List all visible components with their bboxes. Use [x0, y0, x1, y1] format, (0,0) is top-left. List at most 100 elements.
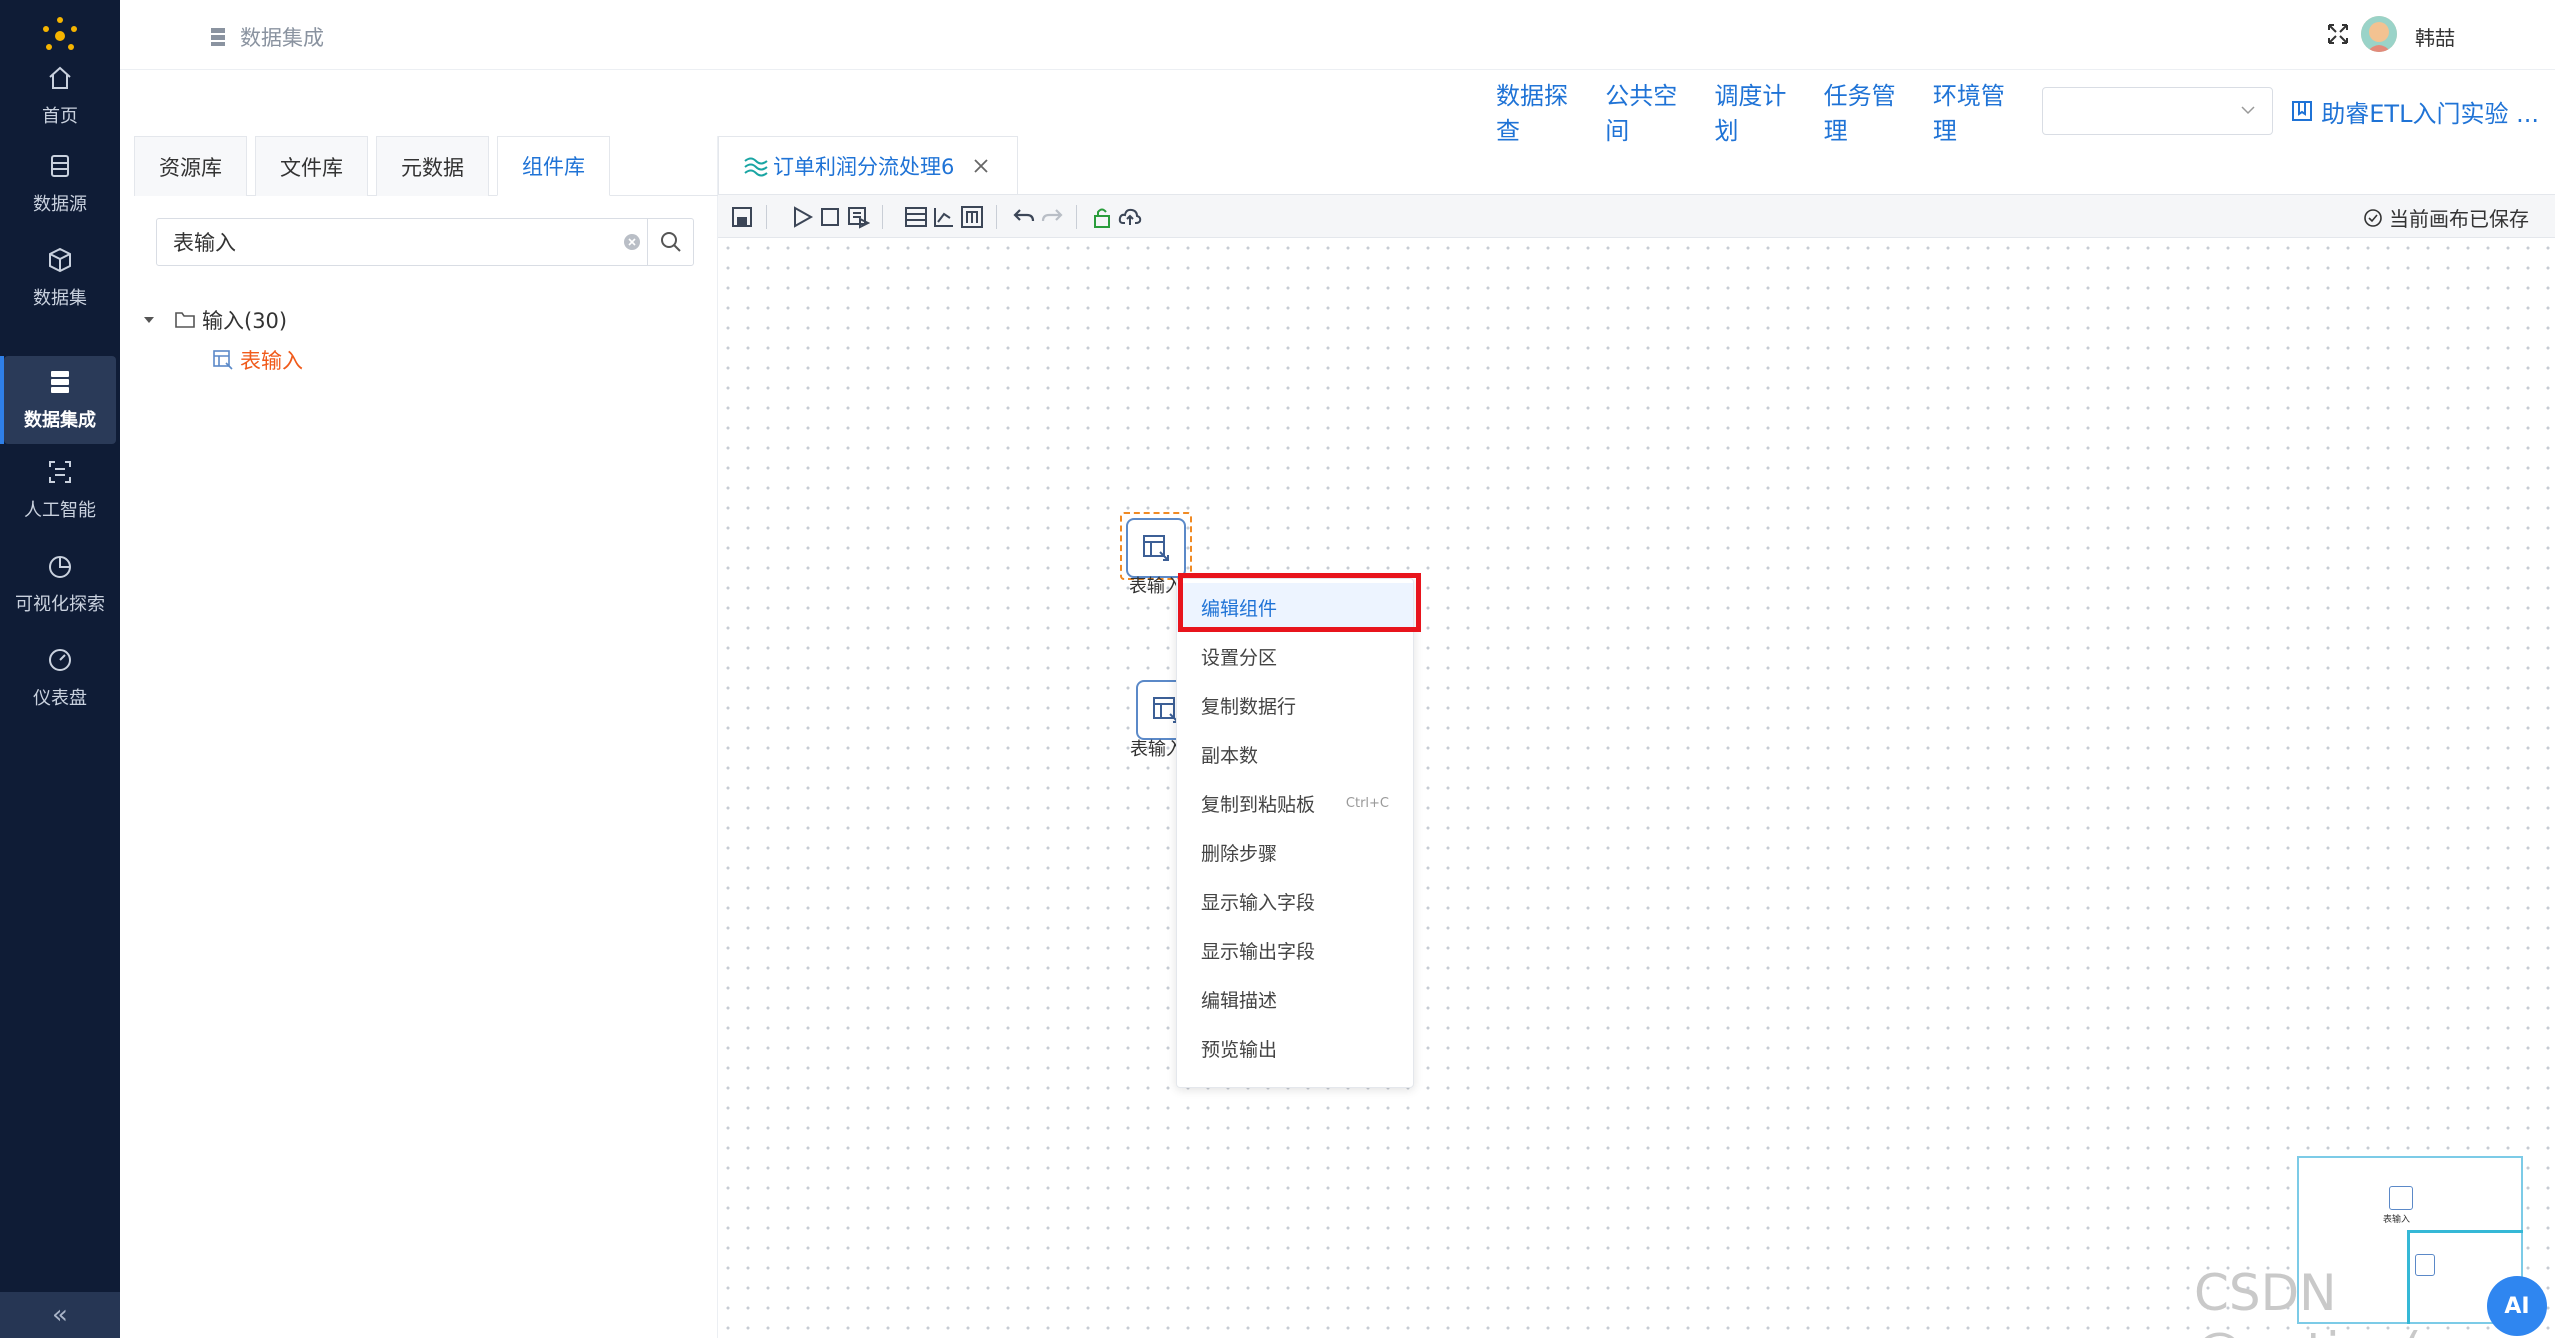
breadcrumb-label: 数据集成: [240, 26, 324, 50]
server-stack-icon: [211, 28, 225, 46]
tab-flow-file-label: 订单利润分流处理6: [773, 154, 955, 179]
search-input[interactable]: [157, 219, 617, 265]
menu-item-set-partition[interactable]: 设置分区: [1177, 632, 1413, 681]
preview-run-icon[interactable]: [846, 205, 870, 229]
component-panel: 资源库 文件库 元数据 组件库 输入(30) 表输入: [120, 136, 718, 1338]
cloud-upload-icon[interactable]: [1118, 205, 1142, 229]
menu-item-preview-output[interactable]: 预览输出: [1177, 1024, 1413, 1073]
undo-icon[interactable]: [1012, 205, 1036, 229]
menu-item-label: 删除步骤: [1201, 843, 1278, 865]
chart-axis-icon[interactable]: [932, 205, 956, 229]
home-icon: [49, 66, 71, 89]
user-name[interactable]: 韩喆: [2415, 22, 2455, 51]
component-tree: 输入(30) 表输入: [142, 300, 303, 380]
avatar-image-icon: [2361, 16, 2397, 52]
save-status-label: 当前画布已保存: [2389, 207, 2529, 231]
folder-icon: [175, 312, 195, 328]
sidebar-item-label: 数据集成: [24, 410, 96, 431]
save-status: 当前画布已保存: [2363, 203, 2529, 232]
minimap-node-label: 表输入: [2383, 1215, 2411, 1225]
panel-tabs: 资源库 文件库 元数据 组件库: [134, 136, 718, 196]
toolbar-divider: [766, 205, 767, 229]
sidebar-item-label: 首页: [42, 106, 78, 127]
book-icon: [2292, 101, 2313, 121]
sidebar-item-ai[interactable]: 人工智能: [0, 446, 120, 534]
sidebar-item-dataset[interactable]: 数据集: [0, 234, 120, 322]
sidebar-item-data-integration[interactable]: 数据集成: [0, 356, 116, 444]
menu-item-copies[interactable]: 副本数: [1177, 730, 1413, 779]
close-icon[interactable]: [972, 157, 990, 175]
table-input-icon: [1143, 535, 1169, 561]
tab-flow-file[interactable]: 订单利润分流处理6: [718, 136, 1018, 194]
clear-icon[interactable]: [617, 219, 647, 265]
menu-item-label: 复制数据行: [1201, 696, 1297, 718]
sidebar-item-dashboard[interactable]: 仪表盘: [0, 634, 120, 722]
menu-item-copy-clipboard[interactable]: 复制到粘贴板 Ctrl+C: [1177, 779, 1413, 828]
module-menu: 数据探查 公共空间 调度计划 任务管理 环境管理 助睿ETL入门实验 ...: [1496, 82, 2555, 145]
tree-leaf-label: 表输入: [240, 349, 303, 373]
fullscreen-icon[interactable]: [2326, 22, 2350, 46]
tab-repository[interactable]: 资源库: [134, 136, 247, 196]
tree-folder-input[interactable]: 输入(30): [142, 300, 303, 340]
environment-select[interactable]: [2042, 87, 2274, 135]
menu-item-copy-rows[interactable]: 复制数据行: [1177, 681, 1413, 730]
scan-icon: [49, 461, 71, 483]
stop-icon[interactable]: [818, 205, 842, 229]
menu-item-delete-step[interactable]: 删除步骤: [1177, 828, 1413, 877]
menu-item-label: 副本数: [1201, 745, 1259, 767]
menu-item-label: 编辑描述: [1201, 990, 1278, 1012]
metrics-icon[interactable]: [960, 205, 984, 229]
redo-icon[interactable]: [1040, 205, 1064, 229]
sidebar-collapse-button[interactable]: «: [0, 1292, 120, 1338]
sidebar-item-datasource[interactable]: 数据源: [0, 140, 120, 228]
lock-icon[interactable]: [1090, 205, 1114, 229]
sidebar-item-label: 仪表盘: [33, 688, 87, 709]
caret-down-icon[interactable]: [142, 313, 156, 327]
menu-item-label: 复制到粘贴板: [1201, 794, 1316, 816]
menu-item-show-output-fields[interactable]: 显示输出字段: [1177, 926, 1413, 975]
save-icon[interactable]: [730, 205, 754, 229]
run-icon[interactable]: [790, 205, 814, 229]
guide-link[interactable]: 助睿ETL入门实验 ...: [2291, 94, 2555, 129]
menu-item-label: 显示输入字段: [1201, 892, 1316, 914]
flow-wave-icon: [744, 157, 768, 176]
top-bar: 数据集成 韩喆: [120, 0, 2555, 70]
component-search: [156, 218, 694, 266]
sidebar-item-home[interactable]: 首页: [0, 52, 120, 140]
breadcrumb: 数据集成: [210, 22, 324, 52]
search-icon: [660, 232, 681, 252]
canvas-node-table-input-1[interactable]: [1126, 518, 1186, 578]
tab-metadata[interactable]: 元数据: [376, 136, 489, 196]
avatar[interactable]: [2361, 16, 2397, 52]
shortcut-hint: Ctrl+C: [1345, 796, 1389, 811]
menu-item-label: 预览输出: [1201, 1039, 1278, 1061]
tab-component-library[interactable]: 组件库: [497, 136, 610, 196]
sidebar-item-visual-explore[interactable]: 可视化探索: [0, 540, 120, 628]
toolbar-divider: [882, 205, 883, 229]
sidebar-item-label: 可视化探索: [15, 594, 105, 615]
editor-tabs: 订单利润分流处理6: [718, 136, 2555, 194]
toolbar-divider: [1076, 205, 1077, 229]
menu-item-show-input-fields[interactable]: 显示输入字段: [1177, 877, 1413, 926]
sidebar-item-label: 人工智能: [24, 500, 96, 521]
layout-rows-icon[interactable]: [904, 205, 928, 229]
ai-assistant-button[interactable]: AI: [2487, 1276, 2547, 1336]
highlight-annotation-box: [1178, 573, 1421, 632]
cube-icon: [49, 247, 71, 273]
sidebar-item-label: 数据源: [33, 194, 87, 215]
tree-leaf-table-input[interactable]: 表输入: [212, 340, 303, 380]
table-input-icon: [213, 350, 233, 370]
flow-editor: 订单利润分流处理6 当前画布已保存: [718, 136, 2555, 1338]
server-stack-icon: [51, 371, 69, 393]
flow-canvas[interactable]: [718, 238, 2555, 1338]
search-button[interactable]: [647, 219, 693, 265]
sidebar-item-label: 数据集: [33, 288, 87, 309]
pie-chart-icon: [49, 556, 71, 578]
tree-folder-label: 输入(30): [202, 309, 288, 333]
tab-file-library[interactable]: 文件库: [255, 136, 368, 196]
canvas-node-label: 表输入: [1129, 576, 1183, 597]
gauge-icon: [49, 649, 71, 671]
toolbar-divider: [996, 205, 997, 229]
menu-item-edit-description[interactable]: 编辑描述: [1177, 975, 1413, 1024]
check-circle-icon: [2364, 208, 2382, 227]
